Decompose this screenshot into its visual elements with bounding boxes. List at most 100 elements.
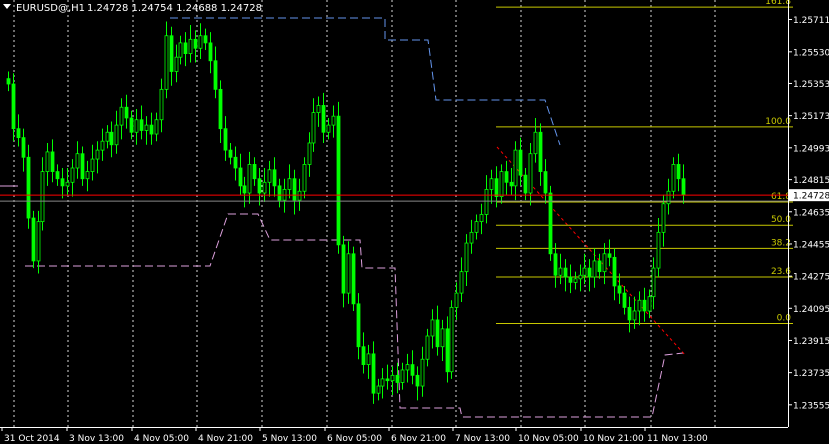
candle-body xyxy=(85,171,90,180)
candle-body xyxy=(494,178,499,197)
fib-level-label: 0.0 xyxy=(777,313,792,323)
symbol-label: EURUSD@,H1 xyxy=(16,3,85,14)
candle-body xyxy=(395,374,400,383)
time-tick-label: 10 Nov 05:00 xyxy=(518,434,579,444)
candle-body xyxy=(272,169,277,187)
candle-body xyxy=(331,115,336,126)
price-chart[interactable]: 161.8100.061.850.038.223.60.0 1.257111.2… xyxy=(0,0,829,444)
candle-body xyxy=(178,42,183,58)
candle-body xyxy=(449,307,454,373)
candle-body xyxy=(252,164,257,180)
candle-body xyxy=(257,178,262,194)
candle-body xyxy=(336,115,341,246)
candle-body xyxy=(307,142,312,165)
candle-body xyxy=(666,190,671,205)
candle-body xyxy=(484,189,489,215)
candle-body xyxy=(174,56,179,72)
chart-background xyxy=(0,0,829,444)
candle-body xyxy=(587,267,592,278)
price-tick-label: 1.24455 xyxy=(793,240,829,250)
candle-body xyxy=(50,151,55,172)
candle-body xyxy=(602,253,607,273)
ohlc-values: 1.24728 1.24754 1.24688 1.24728 xyxy=(87,3,262,14)
candle-body xyxy=(311,112,316,144)
candle-body xyxy=(60,178,65,187)
candle-body xyxy=(405,364,410,371)
candle-body xyxy=(528,153,533,194)
time-tick-label: 7 Nov 13:00 xyxy=(455,434,510,444)
candle-body xyxy=(366,353,371,365)
candle-body xyxy=(90,158,95,172)
candle-body xyxy=(607,253,612,258)
candle-body xyxy=(213,60,218,90)
price-tick-label: 1.24095 xyxy=(793,305,829,315)
candle-body xyxy=(420,358,425,387)
candle-body xyxy=(415,374,420,387)
candle-body xyxy=(538,131,543,172)
candle-body xyxy=(238,167,243,187)
time-tick-label: 6 Nov 05:00 xyxy=(327,434,382,444)
candle-body xyxy=(445,328,450,373)
fib-level-label: 100.0 xyxy=(765,117,791,127)
time-tick-label: 4 Nov 05:00 xyxy=(134,434,189,444)
price-tick-label: 1.23915 xyxy=(793,337,829,347)
candle-body xyxy=(228,149,233,158)
candle-body xyxy=(351,253,356,305)
candle-body xyxy=(218,88,223,130)
candle-body xyxy=(154,119,159,135)
candle-body xyxy=(292,178,297,201)
time-tick-label: 11 Nov 13:00 xyxy=(647,434,708,444)
candle-body xyxy=(523,174,528,194)
candle-body xyxy=(518,149,523,176)
candle-body xyxy=(651,267,656,298)
candle-body xyxy=(563,267,568,278)
price-tick-label: 1.23555 xyxy=(793,401,829,411)
candle-body xyxy=(582,267,587,276)
candle-body xyxy=(400,369,405,383)
candle-body xyxy=(548,192,553,255)
candle-body xyxy=(6,78,11,85)
candle-body xyxy=(513,149,518,187)
candle-body xyxy=(119,106,124,126)
candle-body xyxy=(376,385,381,394)
candle-body xyxy=(100,140,105,151)
symbol-header: EURUSD@,H1 1.24728 1.24754 1.24688 1.247… xyxy=(3,3,262,14)
candle-body xyxy=(499,171,504,197)
candle-body xyxy=(341,244,346,294)
candle-body xyxy=(109,131,114,146)
candle-body xyxy=(661,203,666,233)
candle-body xyxy=(144,124,149,131)
candle-body xyxy=(671,164,676,192)
candle-body xyxy=(410,364,415,376)
candle-body xyxy=(21,137,26,158)
candle-body xyxy=(262,181,267,194)
candle-body xyxy=(533,131,538,155)
candle-body xyxy=(267,169,272,183)
candle-body xyxy=(247,164,252,194)
candle-body xyxy=(193,38,198,49)
price-tick-label: 1.25173 xyxy=(793,112,829,122)
candle-body xyxy=(632,310,637,321)
candle-body xyxy=(553,253,558,276)
candle-body xyxy=(95,149,100,160)
candle-body xyxy=(356,303,361,348)
candle-body xyxy=(242,185,247,194)
candle-body xyxy=(321,105,326,133)
candle-body xyxy=(139,119,144,131)
candle-body xyxy=(681,178,686,196)
time-tick-label: 10 Nov 21:00 xyxy=(583,434,644,444)
time-tick-label: 4 Nov 21:00 xyxy=(198,434,253,444)
candle-body xyxy=(198,35,203,49)
candle-body xyxy=(622,292,627,308)
current-price-label: 1.24728 xyxy=(793,192,829,202)
candle-body xyxy=(70,167,75,183)
time-tick-label: 5 Nov 13:00 xyxy=(262,434,317,444)
candle-body xyxy=(361,346,366,365)
candle-body xyxy=(454,292,459,308)
candle-body xyxy=(188,38,193,55)
candle-body xyxy=(105,131,110,142)
candle-body xyxy=(208,42,213,62)
candle-body xyxy=(149,124,154,135)
candle-body xyxy=(380,378,385,387)
candle-body xyxy=(75,153,80,169)
